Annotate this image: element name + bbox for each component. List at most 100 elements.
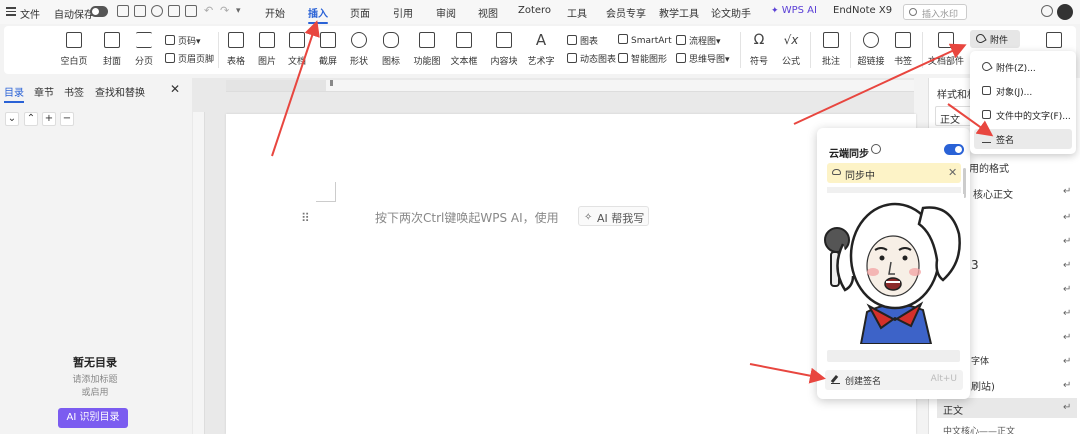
indent-marker-icon[interactable] (330, 80, 333, 86)
bookmark-button[interactable]: 书签 (893, 26, 913, 74)
icon-label: 图标 (381, 57, 400, 67)
pdf-icon[interactable] (151, 5, 163, 17)
hyperlink-button[interactable]: 超链接 (857, 26, 885, 74)
function-chart-button[interactable]: 功能图 (413, 26, 441, 74)
tab-chapters[interactable]: 章节 (34, 84, 54, 99)
tab-wps-ai[interactable]: ✦ WPS AI (771, 5, 817, 16)
tab-home[interactable]: 开始 (265, 5, 285, 20)
doc-parts-button[interactable]: 文档部件 (928, 26, 964, 74)
menu-item-text-from-file[interactable]: 文件中的文字(F)... (974, 105, 1072, 125)
redo-icon[interactable]: ↷ (220, 4, 229, 17)
tab-find-replace[interactable]: 查找和替换 (95, 84, 145, 99)
file-menu[interactable]: 文件 (20, 6, 40, 21)
current-style-box[interactable]: 正文 (935, 106, 975, 126)
comment-button[interactable]: 批注 (821, 26, 841, 74)
screenshot-button[interactable]: 截屏 (318, 26, 338, 74)
ai-toc-button[interactable]: AI 识别目录 (58, 408, 128, 428)
dynamic-chart-button[interactable]: 动态图表 (567, 52, 616, 65)
smartart-button[interactable]: SmartArt (618, 34, 672, 46)
tab-zotero[interactable]: Zotero (518, 5, 551, 16)
cover-button[interactable]: 封面 (102, 26, 122, 74)
edit-icon (1046, 32, 1062, 48)
menu-icon[interactable] (6, 5, 16, 17)
blank-page-button[interactable]: 空白页 (60, 26, 88, 74)
style-item[interactable]: 字体 (971, 354, 989, 367)
undo-icon[interactable]: ↶ (204, 4, 213, 17)
style-item[interactable]: 核心正文 (973, 186, 1013, 201)
create-signature-label: 创建签名 (845, 377, 882, 387)
tab-tools[interactable]: 工具 (567, 5, 587, 20)
export-icon[interactable] (134, 5, 146, 17)
menu-item-attachment[interactable]: 附件(Z)... (974, 57, 1072, 77)
tab-references[interactable]: 引用 (393, 5, 413, 20)
horizontal-ruler[interactable] (226, 80, 914, 92)
save-icon[interactable] (117, 5, 129, 17)
print-icon[interactable] (168, 5, 180, 17)
expand-icon[interactable]: ⌃ (24, 112, 38, 126)
comment-icon (823, 32, 839, 48)
tab-insert[interactable]: 插入 (308, 5, 328, 24)
document-page[interactable] (226, 114, 916, 434)
tab-review[interactable]: 审阅 (436, 5, 456, 20)
tab-member[interactable]: 会员专享 (606, 5, 646, 20)
page-number-button[interactable]: 页码▾ (165, 34, 201, 47)
shape-button[interactable]: 形状 (349, 26, 369, 74)
drag-handle-icon[interactable]: ⠿ (301, 211, 310, 225)
symbol-button[interactable]: Ω 符号 (749, 26, 769, 74)
close-icon[interactable]: ✕ (948, 166, 957, 179)
help-icon[interactable] (871, 144, 881, 154)
ai-write-button[interactable]: ✧ AI 帮我写 (578, 206, 649, 226)
menu-item-object[interactable]: 对象(J)... (974, 81, 1072, 101)
cloud-icon[interactable] (1041, 5, 1053, 17)
content-block-button[interactable]: 内容块 (490, 26, 518, 74)
wordart-button[interactable]: A 艺术字 (527, 26, 554, 74)
mindmap-button[interactable]: 思维导图▾ (676, 52, 730, 65)
remove-icon[interactable]: − (60, 112, 74, 126)
chart-button[interactable]: 图表 (567, 34, 598, 47)
preview-icon[interactable] (185, 5, 197, 17)
selected-style-row[interactable]: 正文 ↵ (937, 398, 1077, 418)
doc-button[interactable]: 文档 (287, 26, 307, 74)
formula-button[interactable]: √x 公式 (781, 26, 801, 74)
flowchart-button[interactable]: 流程图▾ (676, 34, 721, 47)
return-icon: ↵ (1063, 308, 1072, 319)
bookmark-icon (895, 32, 911, 48)
return-icon: ↵ (1063, 402, 1072, 413)
style-item[interactable]: 中文核心——正文 (943, 424, 1015, 434)
tab-view[interactable]: 视图 (478, 5, 498, 20)
signature-placeholder (827, 187, 961, 193)
user-avatar[interactable] (1057, 4, 1073, 20)
mindmap-icon (676, 53, 686, 63)
close-icon[interactable]: ✕ (170, 82, 180, 96)
tab-thesis[interactable]: 论文助手 (711, 5, 751, 20)
tab-toc[interactable]: 目录 (4, 84, 24, 103)
search-input[interactable]: 插入水印 (903, 4, 967, 20)
picture-button[interactable]: 图片 (257, 26, 277, 74)
content-block-label: 内容块 (490, 57, 518, 67)
page-break-label: 分页 (134, 57, 153, 67)
quick-access-chevron-icon[interactable]: ▾ (236, 6, 241, 16)
smart-graphic-button[interactable]: 智能图形 (618, 52, 667, 65)
add-icon[interactable]: + (42, 112, 56, 126)
tab-endnote[interactable]: EndNote X9 (833, 5, 892, 16)
cloud-sync-toggle[interactable] (944, 144, 964, 155)
signature-sticker-image[interactable] (823, 194, 964, 344)
attachment-button[interactable]: 附件 (970, 30, 1020, 48)
style-item[interactable]: 3 (971, 258, 979, 272)
tab-bookmarks[interactable]: 书签 (64, 84, 84, 99)
menu-item-signature[interactable]: 签名 › (974, 129, 1072, 149)
table-button[interactable]: 表格 (226, 26, 246, 74)
autosave-toggle[interactable] (90, 6, 108, 17)
tab-page[interactable]: 页面 (350, 5, 370, 20)
icon-button[interactable]: 图标 (381, 26, 401, 74)
vertical-ruler[interactable] (193, 112, 205, 434)
page-break-button[interactable]: 分页 (134, 26, 154, 74)
create-signature-button[interactable]: 创建签名 Alt+U (825, 370, 963, 390)
collapse-icon[interactable]: ⌄ (5, 112, 19, 126)
search-placeholder: 插入水印 (922, 10, 959, 20)
style-item[interactable]: 刷站) (971, 378, 995, 393)
signature-popup: 云端同步 同步中 ✕ 创建签名 Alt+U (817, 128, 970, 399)
textbox-button[interactable]: 文本框 (450, 26, 478, 74)
header-footer-button[interactable]: 页眉页脚 (165, 52, 214, 65)
tab-teaching[interactable]: 教学工具 (659, 5, 699, 20)
